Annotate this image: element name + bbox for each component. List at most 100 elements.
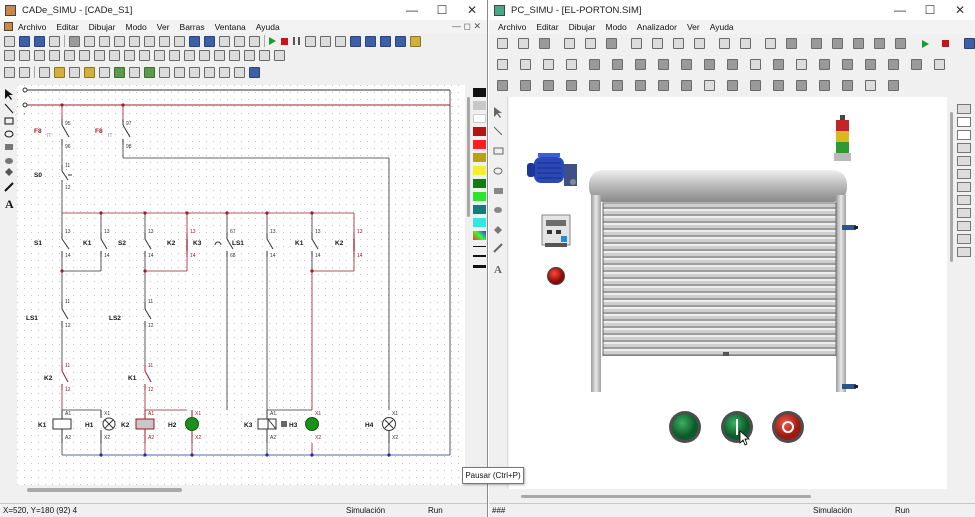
- transformer-icon[interactable]: [199, 50, 210, 61]
- pc-group-icon[interactable]: [673, 38, 684, 49]
- pc-tool-ag-icon[interactable]: [773, 80, 784, 91]
- component-a-icon[interactable]: [39, 66, 50, 78]
- overload-relay[interactable]: [541, 214, 571, 247]
- stop-button-red[interactable]: [772, 411, 804, 443]
- pc-tool-g-icon[interactable]: [635, 59, 646, 70]
- arrow-tool-icon[interactable]: [5, 89, 13, 100]
- color-black[interactable]: [473, 88, 486, 97]
- find-icon[interactable]: [129, 35, 140, 47]
- pc-fill-icon[interactable]: [494, 226, 502, 234]
- pc-redo-icon[interactable]: [652, 38, 663, 49]
- palette-component-12[interactable]: [957, 247, 971, 257]
- minimize-button[interactable]: —: [397, 0, 427, 20]
- pause-icon[interactable]: [293, 37, 300, 45]
- zoom-out-icon[interactable]: [365, 35, 376, 47]
- coil-icon[interactable]: [139, 50, 150, 61]
- pc-tool-af-icon[interactable]: [750, 80, 761, 91]
- pc-comp1-icon[interactable]: [811, 38, 822, 49]
- pc-tool-b-icon[interactable]: [520, 59, 531, 70]
- palette-component-5[interactable]: [957, 156, 971, 166]
- component-h-icon[interactable]: [144, 66, 155, 78]
- plc-output-icon[interactable]: [19, 66, 30, 78]
- pc-tool-l-icon[interactable]: [750, 59, 761, 70]
- pc-tool-t-icon[interactable]: [934, 59, 945, 70]
- pc-tool-c-icon[interactable]: [543, 59, 554, 70]
- pc-tool-a-icon[interactable]: [497, 59, 508, 70]
- zoom-in-icon[interactable]: [350, 35, 361, 47]
- component-j-icon[interactable]: [174, 66, 185, 78]
- pc-ungroup-icon[interactable]: [694, 38, 705, 49]
- component-c-icon[interactable]: [69, 66, 80, 78]
- open-icon[interactable]: [19, 35, 30, 47]
- pc-analyzer-icon[interactable]: [964, 38, 975, 49]
- palette-component-10[interactable]: [957, 221, 971, 231]
- bulb-icon[interactable]: [4, 50, 15, 61]
- pc-tool-q-icon[interactable]: [865, 59, 876, 70]
- pushbutton-icon[interactable]: [154, 50, 165, 61]
- color-teal[interactable]: [473, 205, 486, 214]
- pc-tool-d-icon[interactable]: [566, 59, 577, 70]
- breaker-icon[interactable]: [49, 50, 60, 61]
- pc-minimize-button[interactable]: —: [885, 0, 915, 20]
- component-e-icon[interactable]: [99, 66, 110, 78]
- palette-component-11[interactable]: [957, 234, 971, 244]
- pc-tool-aa-icon[interactable]: [635, 80, 646, 91]
- mdi-controls[interactable]: — ◻ ✕: [452, 21, 481, 32]
- line-tool-icon[interactable]: [274, 50, 285, 61]
- run-icon[interactable]: [269, 37, 276, 45]
- simulation-canvas[interactable]: [509, 97, 947, 489]
- pc-undo-icon[interactable]: [631, 38, 642, 49]
- palette-component-2[interactable]: [957, 117, 971, 127]
- pc-comp4-icon[interactable]: [874, 38, 885, 49]
- color-custom[interactable]: [473, 231, 486, 240]
- component-g-icon[interactable]: [129, 66, 140, 78]
- pc-new-icon[interactable]: [497, 38, 508, 49]
- grid-icon[interactable]: [174, 35, 185, 47]
- palette-component-9[interactable]: [957, 208, 971, 218]
- limit-sensor-top[interactable]: [842, 225, 858, 230]
- copy-icon[interactable]: [84, 35, 95, 47]
- ellipse-tool-icon[interactable]: [4, 130, 14, 138]
- pc-hscroll[interactable]: [509, 489, 956, 503]
- palette-component-8[interactable]: [957, 195, 971, 205]
- meter-icon[interactable]: [229, 50, 240, 61]
- menu-ayuda[interactable]: Ayuda: [256, 22, 280, 32]
- component-i-icon[interactable]: [159, 66, 170, 78]
- zoom-fit-icon[interactable]: [380, 35, 391, 47]
- pc-cut-icon[interactable]: [564, 38, 575, 49]
- component-m-icon[interactable]: [219, 66, 230, 78]
- pc-menu-dibujar[interactable]: Dibujar: [569, 22, 596, 32]
- start-button-green[interactable]: [669, 411, 701, 443]
- pc-tool-u-icon[interactable]: [497, 80, 508, 91]
- redo-icon[interactable]: [204, 35, 215, 47]
- pc-menu-archivo[interactable]: Archivo: [498, 22, 526, 32]
- pc-comp5-icon[interactable]: [895, 38, 906, 49]
- line-width-2[interactable]: [473, 255, 486, 257]
- pc-paste-icon[interactable]: [606, 38, 617, 49]
- stop-icon[interactable]: [281, 37, 288, 45]
- pc-tool-e-icon[interactable]: [589, 59, 600, 70]
- pc-tool-o-icon[interactable]: [819, 59, 830, 70]
- pc-text-tool-icon[interactable]: A: [494, 264, 502, 276]
- component-o-icon[interactable]: [249, 66, 260, 78]
- terminal-icon[interactable]: [184, 50, 195, 61]
- fill-tool-icon[interactable]: [5, 168, 13, 176]
- component-k-icon[interactable]: [189, 66, 200, 78]
- line-width-3[interactable]: [473, 265, 486, 268]
- select-icon[interactable]: [159, 35, 170, 47]
- pc-snap-icon[interactable]: [740, 38, 751, 49]
- zoom-window-icon[interactable]: [335, 35, 346, 47]
- component-l-icon[interactable]: [204, 66, 215, 78]
- pc-tool-s-icon[interactable]: [911, 59, 922, 70]
- contact-no-icon[interactable]: [94, 50, 105, 61]
- menu-editar[interactable]: Editar: [56, 22, 78, 32]
- cut-icon[interactable]: [69, 35, 80, 47]
- color-olive[interactable]: [473, 153, 486, 162]
- pc-stop-icon[interactable]: [942, 40, 949, 47]
- filled-ellipse-tool-icon[interactable]: [5, 158, 13, 164]
- maximize-button[interactable]: ☐: [427, 0, 457, 20]
- new-icon[interactable]: [4, 35, 15, 47]
- sensor-icon[interactable]: [169, 50, 180, 61]
- pc-copy-icon[interactable]: [585, 38, 596, 49]
- pc-tool-m-icon[interactable]: [773, 59, 784, 70]
